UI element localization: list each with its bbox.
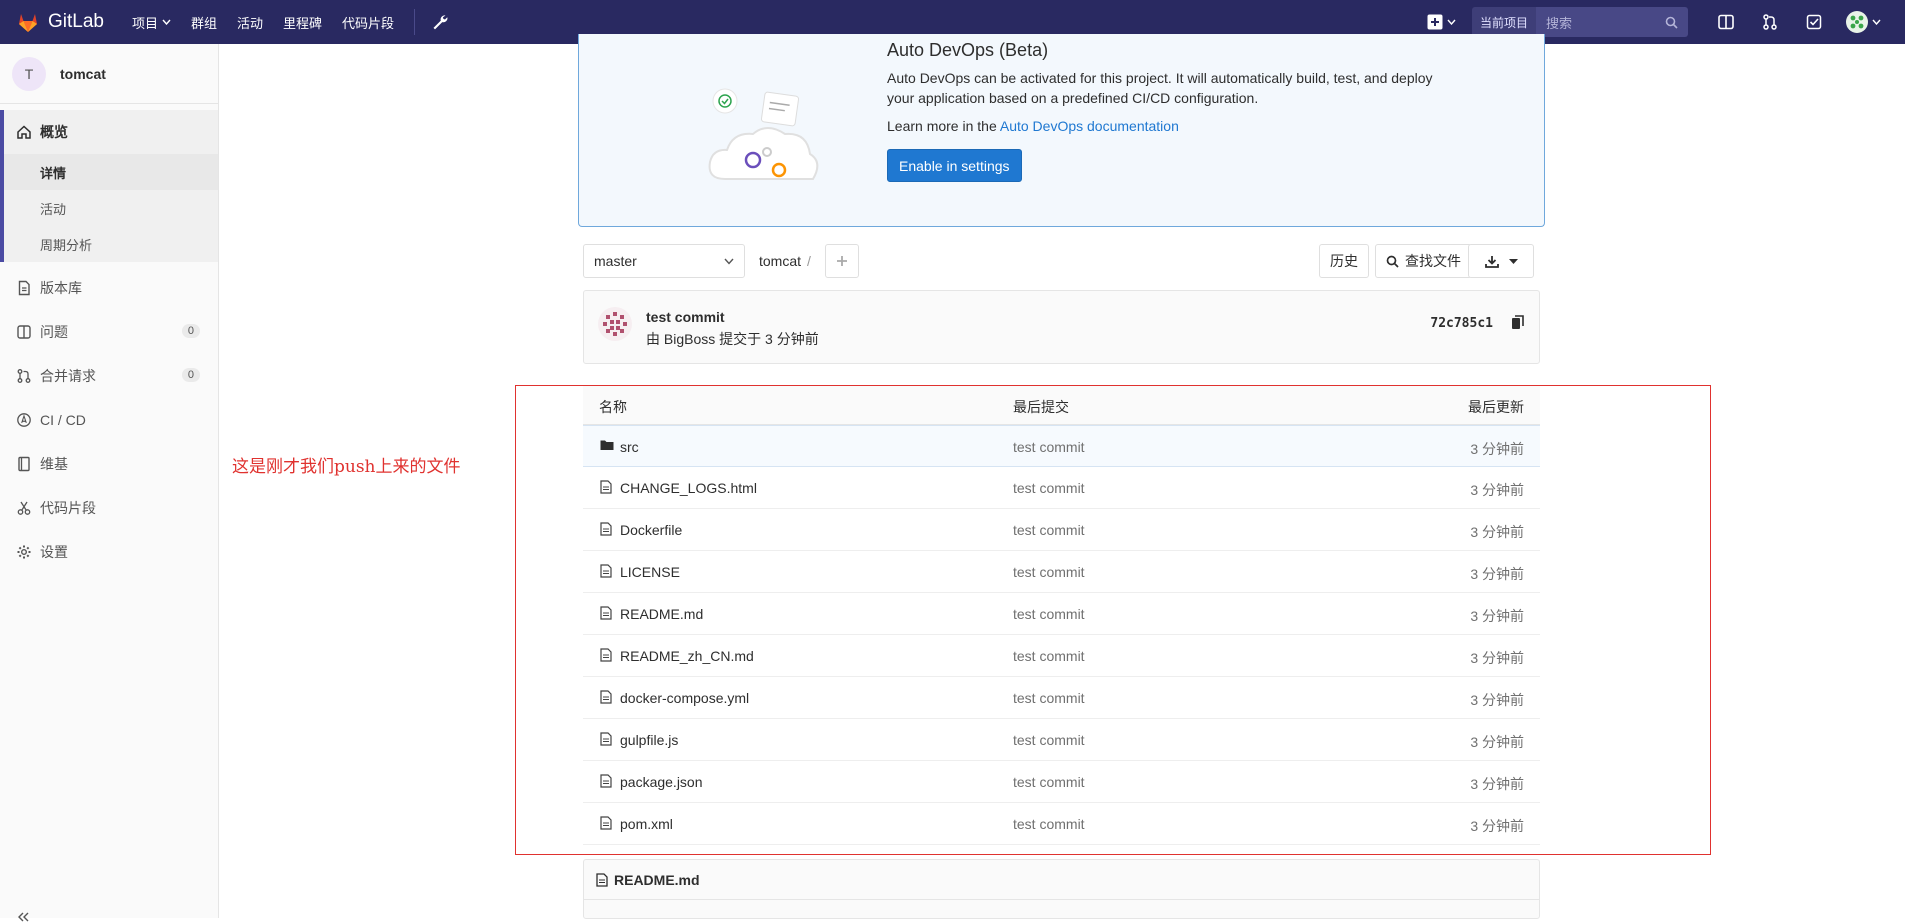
main-content: Auto DevOps (Beta) Auto DevOps can be ac…	[220, 34, 1905, 919]
commit-meta: 由 BigBoss 提交于 3 分钟前	[646, 331, 819, 347]
gear-icon	[17, 545, 31, 559]
devops-learn-more: Learn more in the Auto DevOps documentat…	[887, 118, 1179, 134]
wrench-icon[interactable]	[431, 13, 449, 31]
commit-title[interactable]: test commit	[646, 309, 725, 325]
search-scope[interactable]: 当前项目	[1471, 7, 1536, 37]
download-icon	[1484, 255, 1499, 268]
document-icon	[18, 280, 30, 296]
devops-description: Auto DevOps can be activated for this pr…	[887, 70, 1433, 106]
sidebar-item-repository[interactable]: 版本库	[0, 266, 218, 310]
chevron-down-icon	[1872, 19, 1881, 25]
commit-sha[interactable]: 72c785c1	[1430, 316, 1493, 331]
user-menu[interactable]	[1846, 11, 1881, 33]
gitlab-logo-icon	[19, 14, 37, 32]
issues-icon	[17, 325, 31, 339]
sidebar-item-label: 代码片段	[40, 500, 96, 516]
menu-groups[interactable]: 群组	[191, 13, 217, 32]
merge-request-icon	[17, 369, 31, 383]
sidebar-item-overview[interactable]: 概览	[4, 110, 218, 154]
copy-sha-icon[interactable]	[1511, 315, 1525, 330]
history-button[interactable]: 历史	[1319, 244, 1369, 278]
annotation-text: 这是刚才我们push上来的文件	[232, 457, 461, 477]
menu-projects[interactable]: 项目	[132, 13, 171, 32]
sidebar-item-label: CI / CD	[40, 412, 86, 428]
project-name: tomcat	[60, 65, 106, 82]
sidebar-overview-section: 概览 详情 活动 周期分析	[0, 110, 218, 262]
sidebar-toggle-icon[interactable]	[1717, 13, 1735, 31]
brand-name: GitLab	[48, 11, 104, 32]
sidebar-item-label: 合并请求	[40, 368, 96, 384]
sidebar-item-label: 问题	[40, 324, 68, 340]
home-icon	[17, 125, 31, 139]
sidebar-item-label: 维基	[40, 456, 68, 472]
sidebar-sub-activity[interactable]: 活动	[4, 190, 218, 226]
menu-milestones[interactable]: 里程碑	[283, 13, 322, 32]
readme-panel: README.md	[583, 859, 1540, 919]
merge-requests-count-badge: 0	[181, 368, 200, 382]
project-header[interactable]: T tomcat	[0, 44, 218, 104]
auto-devops-banner: Auto DevOps (Beta) Auto DevOps can be ac…	[578, 34, 1545, 227]
menu-snippets[interactable]: 代码片段	[342, 13, 394, 32]
chevron-down-icon	[724, 258, 734, 265]
project-sidebar: T tomcat 概览 详情 活动 周期分析 版本库 问题 0 合并请求 0 C…	[0, 44, 219, 922]
scissors-icon	[17, 501, 31, 515]
collapse-sidebar-button[interactable]	[18, 912, 30, 922]
find-file-button[interactable]: 查找文件	[1375, 244, 1472, 278]
rocket-icon	[17, 413, 31, 427]
branch-name: master	[594, 253, 637, 269]
plus-icon	[837, 256, 847, 266]
branch-selector[interactable]: master	[583, 244, 745, 278]
annotation-highlight-box	[515, 385, 1711, 855]
chevron-down-icon	[1447, 19, 1456, 25]
issues-count-badge: 0	[181, 324, 200, 338]
readme-header: README.md	[584, 860, 1539, 900]
commit-author-avatar	[598, 307, 632, 341]
file-icon	[596, 872, 608, 887]
sidebar-item-merge-requests[interactable]: 合并请求 0	[0, 354, 218, 398]
sidebar-item-label: 版本库	[40, 280, 82, 296]
breadcrumb-slash: /	[807, 253, 811, 269]
new-dropdown[interactable]	[1427, 14, 1456, 30]
plus-square-icon	[1427, 14, 1443, 30]
breadcrumb: tomcat /	[759, 253, 811, 269]
tree-toolbar: master tomcat / 历史 查找文件	[583, 244, 1540, 280]
sidebar-item-label: 设置	[40, 544, 68, 560]
todo-check-icon[interactable]	[1805, 13, 1823, 31]
sidebar-item-snippets[interactable]: 代码片段	[0, 486, 218, 530]
sidebar-item-issues[interactable]: 问题 0	[0, 310, 218, 354]
merge-request-icon[interactable]	[1761, 13, 1779, 31]
devops-title: Auto DevOps (Beta)	[887, 40, 1049, 60]
menu-activity[interactable]: 活动	[237, 13, 263, 32]
enable-in-settings-button[interactable]: Enable in settings	[887, 149, 1022, 182]
search-input[interactable]: 搜索	[1536, 7, 1688, 37]
chevron-down-icon	[162, 19, 171, 25]
devops-illustration-icon	[708, 88, 819, 180]
sidebar-item-settings[interactable]: 设置	[0, 530, 218, 574]
top-menu: 项目 群组 活动 里程碑 代码片段	[132, 9, 449, 35]
gitlab-home-link[interactable]: GitLab	[16, 0, 104, 44]
menu-projects-label: 项目	[131, 15, 158, 31]
search-icon	[1386, 255, 1399, 268]
sidebar-item-wiki[interactable]: 维基	[0, 442, 218, 486]
download-dropdown[interactable]	[1468, 244, 1534, 278]
double-chevron-left-icon	[18, 912, 29, 922]
devops-learn-prefix: Learn more in the	[887, 118, 997, 134]
sidebar-item-ci-cd[interactable]: CI / CD	[0, 398, 218, 442]
devops-docs-link[interactable]: Auto DevOps documentation	[1000, 118, 1179, 134]
readme-title[interactable]: README.md	[614, 872, 700, 888]
breadcrumb-path[interactable]: tomcat	[759, 253, 801, 269]
search-icon	[1665, 16, 1678, 29]
sidebar-sub-details[interactable]: 详情	[4, 154, 218, 190]
last-commit-panel: test commit 由 BigBoss 提交于 3 分钟前 72c785c1	[583, 290, 1540, 364]
find-file-label: 查找文件	[1405, 253, 1461, 269]
menu-divider	[414, 9, 416, 35]
caret-down-icon	[1508, 258, 1518, 264]
add-to-tree-button[interactable]	[825, 244, 859, 278]
book-icon	[18, 456, 30, 472]
sidebar-sub-cycle-analytics[interactable]: 周期分析	[4, 226, 218, 262]
avatar	[1846, 11, 1868, 33]
search-placeholder: 搜索	[1546, 15, 1573, 31]
project-avatar: T	[12, 56, 46, 91]
sidebar-item-label: 概览	[40, 124, 68, 140]
